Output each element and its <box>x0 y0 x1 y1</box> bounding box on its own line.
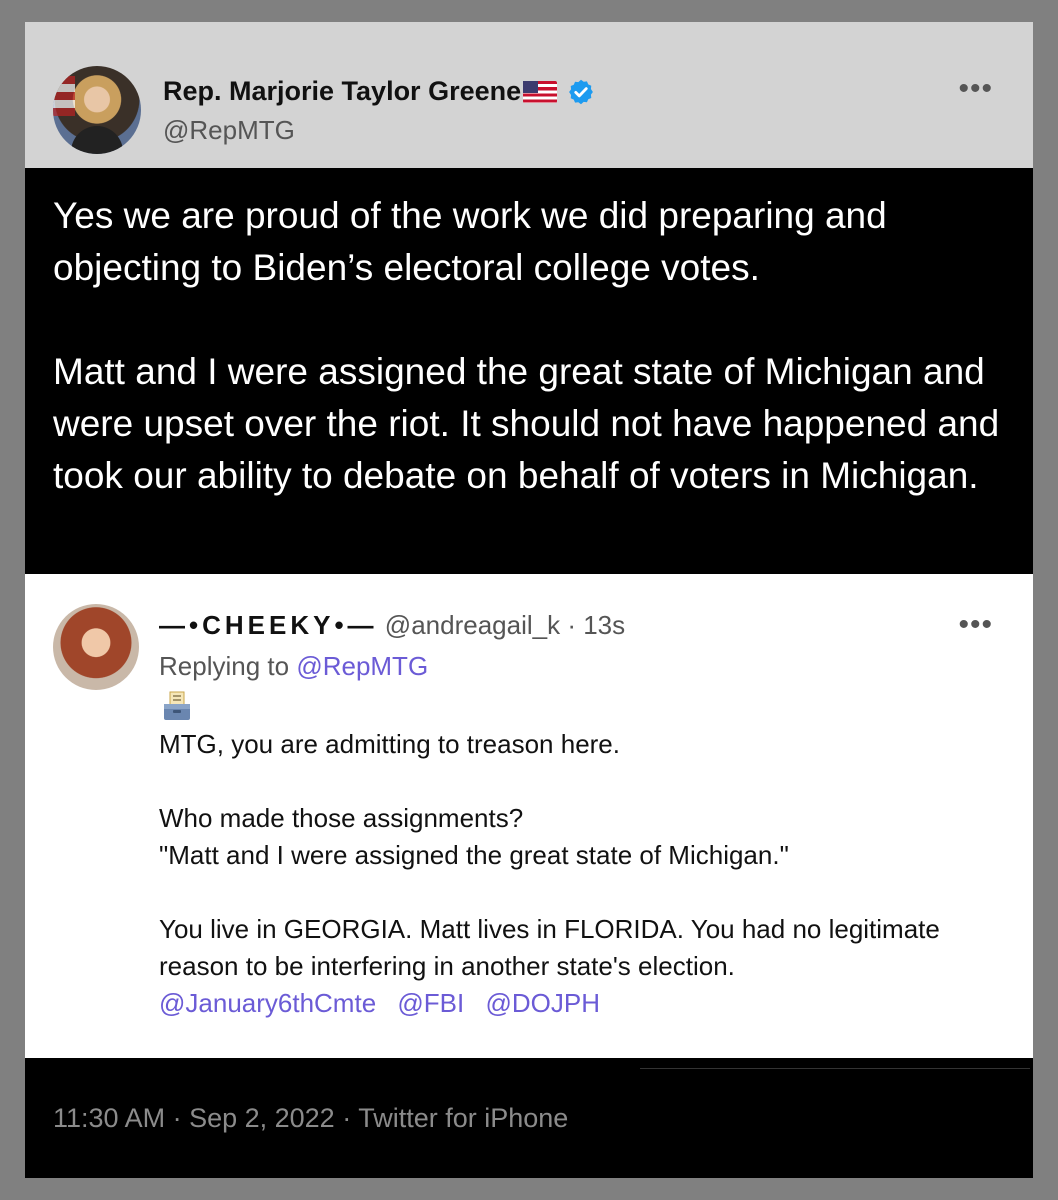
reply-author-name[interactable]: —•CHEEKY•— <box>159 610 378 640</box>
tweet-header: Rep. Marjorie Taylor Greene @RepMTG ••• <box>25 22 1033 168</box>
more-icon[interactable]: ••• <box>958 74 993 104</box>
reply-timestamp[interactable]: · 13s <box>567 610 625 640</box>
tweet-paragraph: Matt and I were assigned the great state… <box>53 351 1000 496</box>
avatar[interactable] <box>53 66 141 154</box>
mention-links: @January6thCmte @FBI @DOJPH <box>159 985 999 1022</box>
mention-link[interactable]: @January6thCmte <box>159 988 376 1018</box>
verified-badge-icon <box>569 79 594 104</box>
reply-author-handle[interactable]: @andreagail_k <box>385 610 560 640</box>
reply-line: You live in GEORGIA. Matt lives in FLORI… <box>159 914 940 981</box>
quoted-reply-card[interactable]: —•CHEEKY•— @andreagail_k · 13s ••• Reply… <box>25 574 1033 1058</box>
us-flag-icon <box>523 80 558 103</box>
mention-link[interactable]: @DOJPH <box>485 988 600 1018</box>
reply-line: "Matt and I were assigned the great stat… <box>159 840 789 870</box>
tweet-paragraph: Yes we are proud of the work we did prep… <box>53 195 887 288</box>
reply-text: MTG, you are admitting to treason here. … <box>159 726 999 1022</box>
replying-prefix: Replying to <box>159 651 290 681</box>
avatar[interactable] <box>53 604 139 690</box>
mention-link[interactable]: @FBI <box>397 988 464 1018</box>
ballot-box-icon <box>164 691 190 720</box>
reply-line: MTG, you are admitting to treason here. <box>159 729 620 759</box>
reply-header: —•CHEEKY•— @andreagail_k · 13s <box>159 610 625 641</box>
reply-line: Who made those assignments? <box>159 803 524 833</box>
tweet-meta[interactable]: 11:30 AM · Sep 2, 2022 · Twitter for iPh… <box>53 1103 568 1134</box>
divider <box>640 1068 1030 1069</box>
tweet-text: Yes we are proud of the work we did prep… <box>53 190 1013 502</box>
author-name-row[interactable]: Rep. Marjorie Taylor Greene <box>163 76 595 107</box>
replying-to: Replying to @RepMTG <box>159 651 428 682</box>
author-name[interactable]: Rep. Marjorie Taylor Greene <box>163 76 521 107</box>
replying-to-link[interactable]: @RepMTG <box>296 651 428 681</box>
more-icon[interactable]: ••• <box>958 610 993 640</box>
author-handle[interactable]: @RepMTG <box>163 115 295 146</box>
tweet-screenshot: Rep. Marjorie Taylor Greene @RepMTG ••• … <box>25 22 1033 1178</box>
